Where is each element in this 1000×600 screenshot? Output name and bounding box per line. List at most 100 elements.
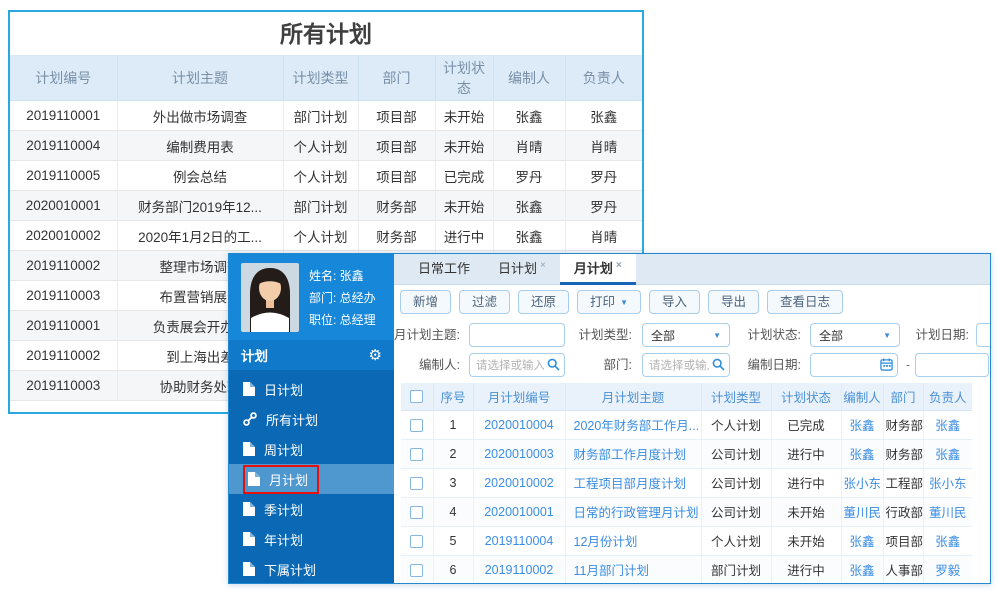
sidebar-menu: 日计划 所有计划 周计划 月计划 季计划 年计划 下属计划	[229, 370, 394, 584]
profile-dept: 部门: 总经办	[309, 291, 376, 305]
view-log-button[interactable]: 查看日志	[767, 290, 844, 314]
sidebar-item-subordinate-plan[interactable]: 下属计划	[229, 554, 394, 584]
month-plan-highlight-box: 月计划	[243, 464, 320, 494]
date-range-separator: -	[905, 358, 911, 372]
col-creator: 编制人	[841, 383, 884, 411]
filter-area: 月计划主题: 计划类型: 全部▼ 计划状态: 全部▼ 计划日期: 编制人: 部门…	[394, 319, 990, 381]
file-icon	[243, 382, 255, 396]
toolbar: 新增 过滤 还原 打印 ▼ 导入 导出 查看日志	[394, 285, 990, 319]
link-icon	[243, 412, 257, 426]
col-plan-no: 计划编号	[10, 56, 118, 101]
sidebar: 姓名: 张鑫 部门: 总经办 职位: 总经理 计划 ⚙ 日计划 所有计划 周计划…	[229, 254, 394, 583]
table-row[interactable]: 2020010001 财务部门2019年12... 部门计划 财务部 未开始 张鑫 罗丹	[10, 190, 642, 221]
col-owner: 负责人	[565, 56, 642, 101]
tab-bar: 日常工作 日计划 × 月计划 ×	[394, 254, 990, 285]
sidebar-item-day-plan[interactable]: 日计划	[229, 374, 394, 404]
table-header-row: 序号 月计划编号 月计划主题 计划类型 计划状态 编制人 部门 负责人	[401, 383, 972, 411]
add-button[interactable]: 新增	[400, 290, 452, 314]
sidebar-item-all-plans[interactable]: 所有计划	[229, 404, 394, 434]
table-row[interactable]: 2 2020010003 财务部工作月度计划 公司计划 进行中 张鑫 财务部 张鑫	[401, 439, 972, 469]
select-all-checkbox-cell	[401, 383, 434, 411]
col-dept: 部门	[883, 383, 924, 411]
table-row[interactable]: 2019110004 编制费用表 个人计划 项目部 未开始 肖晴 肖晴	[10, 130, 642, 161]
plan-status-label: 计划状态:	[747, 328, 801, 342]
plan-type-label: 计划类型:	[578, 328, 632, 342]
sidebar-section-plan: 计划 ⚙	[229, 340, 394, 370]
profile-name: 姓名: 张鑫	[309, 269, 364, 283]
row-checkbox[interactable]	[410, 534, 424, 548]
table-row[interactable]: 2019110001 外出做市场调查 部门计划 项目部 未开始 张鑫 张鑫	[10, 100, 642, 131]
profile-position: 职位: 总经理	[309, 313, 376, 327]
plan-type-select[interactable]: 全部 ▼	[642, 323, 730, 347]
content-area: 日常工作 日计划 × 月计划 × 新增 过滤 还原 打印 ▼ 导入 导出 查看日志 月…	[394, 254, 990, 583]
filter-button[interactable]: 过滤	[459, 290, 511, 314]
close-icon[interactable]: ×	[540, 260, 546, 271]
file-icon	[243, 562, 255, 576]
col-plan-status: 计划状态	[771, 383, 842, 411]
caret-down-icon: ▼	[620, 298, 628, 307]
month-plan-table: 序号 月计划编号 月计划主题 计划类型 计划状态 编制人 部门 负责人 1 202…	[401, 383, 972, 583]
row-checkbox[interactable]	[410, 418, 424, 432]
plan-date-input-field	[976, 323, 990, 347]
gear-icon[interactable]: ⚙	[369, 346, 382, 364]
col-creator: 编制人	[493, 56, 566, 101]
tab-daily-work[interactable]: 日常工作	[404, 254, 484, 285]
table-row[interactable]: 2020010002 2020年1月2日的工... 个人计划 财务部 进行中 张鑫 肖晴	[10, 220, 642, 251]
col-month-plan-subject: 月计划主题	[565, 383, 702, 411]
close-icon[interactable]: ×	[616, 260, 622, 271]
table-header-row: 计划编号 计划主题 计划类型 部门 计划状态 编制人 负责人	[10, 56, 642, 101]
sidebar-section-label: 计划	[241, 349, 268, 364]
table-row[interactable]: 6 2019110002 11月部门计划 部门计划 进行中 张鑫 人事部 罗毅	[401, 555, 972, 583]
print-button[interactable]: 打印 ▼	[577, 290, 641, 314]
plan-date-input[interactable]	[976, 323, 990, 347]
col-plan-status: 计划状态	[435, 56, 494, 101]
dept-label: 部门:	[603, 358, 632, 372]
table-row[interactable]: 2019110005 例会总结 个人计划 项目部 已完成 罗丹 罗丹	[10, 160, 642, 191]
row-checkbox[interactable]	[410, 447, 424, 461]
file-icon	[243, 532, 255, 546]
sidebar-item-year-plan[interactable]: 年计划	[229, 524, 394, 554]
all-plans-title: 所有计划	[10, 12, 642, 56]
table-row[interactable]: 5 2019110004 12月份计划 个人计划 未开始 张鑫 项目部 张鑫	[401, 526, 972, 556]
plan-status-select[interactable]: 全部 ▼	[810, 323, 900, 347]
create-date-end-input[interactable]	[915, 353, 989, 377]
dept-input-field	[642, 353, 730, 377]
col-dept: 部门	[358, 56, 436, 101]
row-checkbox[interactable]	[410, 563, 424, 577]
col-plan-subject: 计划主题	[117, 56, 284, 101]
create-date-input-field	[810, 353, 898, 377]
table-row[interactable]: 4 2020010001 日常的行政管理月计划 公司计划 未开始 董川民 行政部 董川民	[401, 497, 972, 527]
export-button[interactable]: 导出	[708, 290, 760, 314]
file-icon	[243, 502, 255, 516]
avatar	[241, 263, 299, 332]
col-index: 序号	[433, 383, 474, 411]
caret-down-icon: ▼	[883, 330, 891, 340]
col-plan-type: 计划类型	[283, 56, 359, 101]
caret-down-icon: ▼	[713, 330, 721, 340]
create-date-label: 编制日期:	[747, 358, 801, 372]
select-all-checkbox[interactable]	[410, 390, 424, 404]
sidebar-item-month-plan[interactable]: 月计划	[229, 464, 394, 494]
import-button[interactable]: 导入	[648, 290, 700, 314]
row-checkbox[interactable]	[410, 476, 424, 490]
create-date-end-input-field	[915, 353, 989, 377]
row-checkbox[interactable]	[410, 505, 424, 519]
tab-month-plan[interactable]: 月计划 ×	[559, 254, 636, 285]
file-icon	[243, 442, 255, 456]
sidebar-item-week-plan[interactable]: 周计划	[229, 434, 394, 464]
plan-date-label: 计划日期:	[915, 328, 969, 342]
tab-day-plan[interactable]: 日计划 ×	[484, 254, 560, 285]
sidebar-item-quarter-plan[interactable]: 季计划	[229, 494, 394, 524]
table-row[interactable]: 3 2020010002 工程项目部月度计划 公司计划 进行中 张小东 工程部 张小东	[401, 468, 972, 498]
reset-button[interactable]: 还原	[518, 290, 570, 314]
user-profile: 姓名: 张鑫 部门: 总经办 职位: 总经理	[229, 254, 394, 340]
subject-label: 月计划主题:	[394, 328, 460, 342]
month-plan-panel: 姓名: 张鑫 部门: 总经办 职位: 总经理 计划 ⚙ 日计划 所有计划 周计划…	[228, 253, 991, 584]
calendar-icon[interactable]	[880, 358, 893, 374]
col-month-plan-no: 月计划编号	[473, 383, 566, 411]
creator-label: 编制人:	[419, 358, 460, 372]
col-plan-type: 计划类型	[701, 383, 772, 411]
col-owner: 负责人	[923, 383, 972, 411]
file-icon	[248, 472, 260, 486]
table-row[interactable]: 1 2020010004 2020年财务部工作月... 个人计划 已完成 张鑫 财务部 张鑫	[401, 410, 972, 440]
